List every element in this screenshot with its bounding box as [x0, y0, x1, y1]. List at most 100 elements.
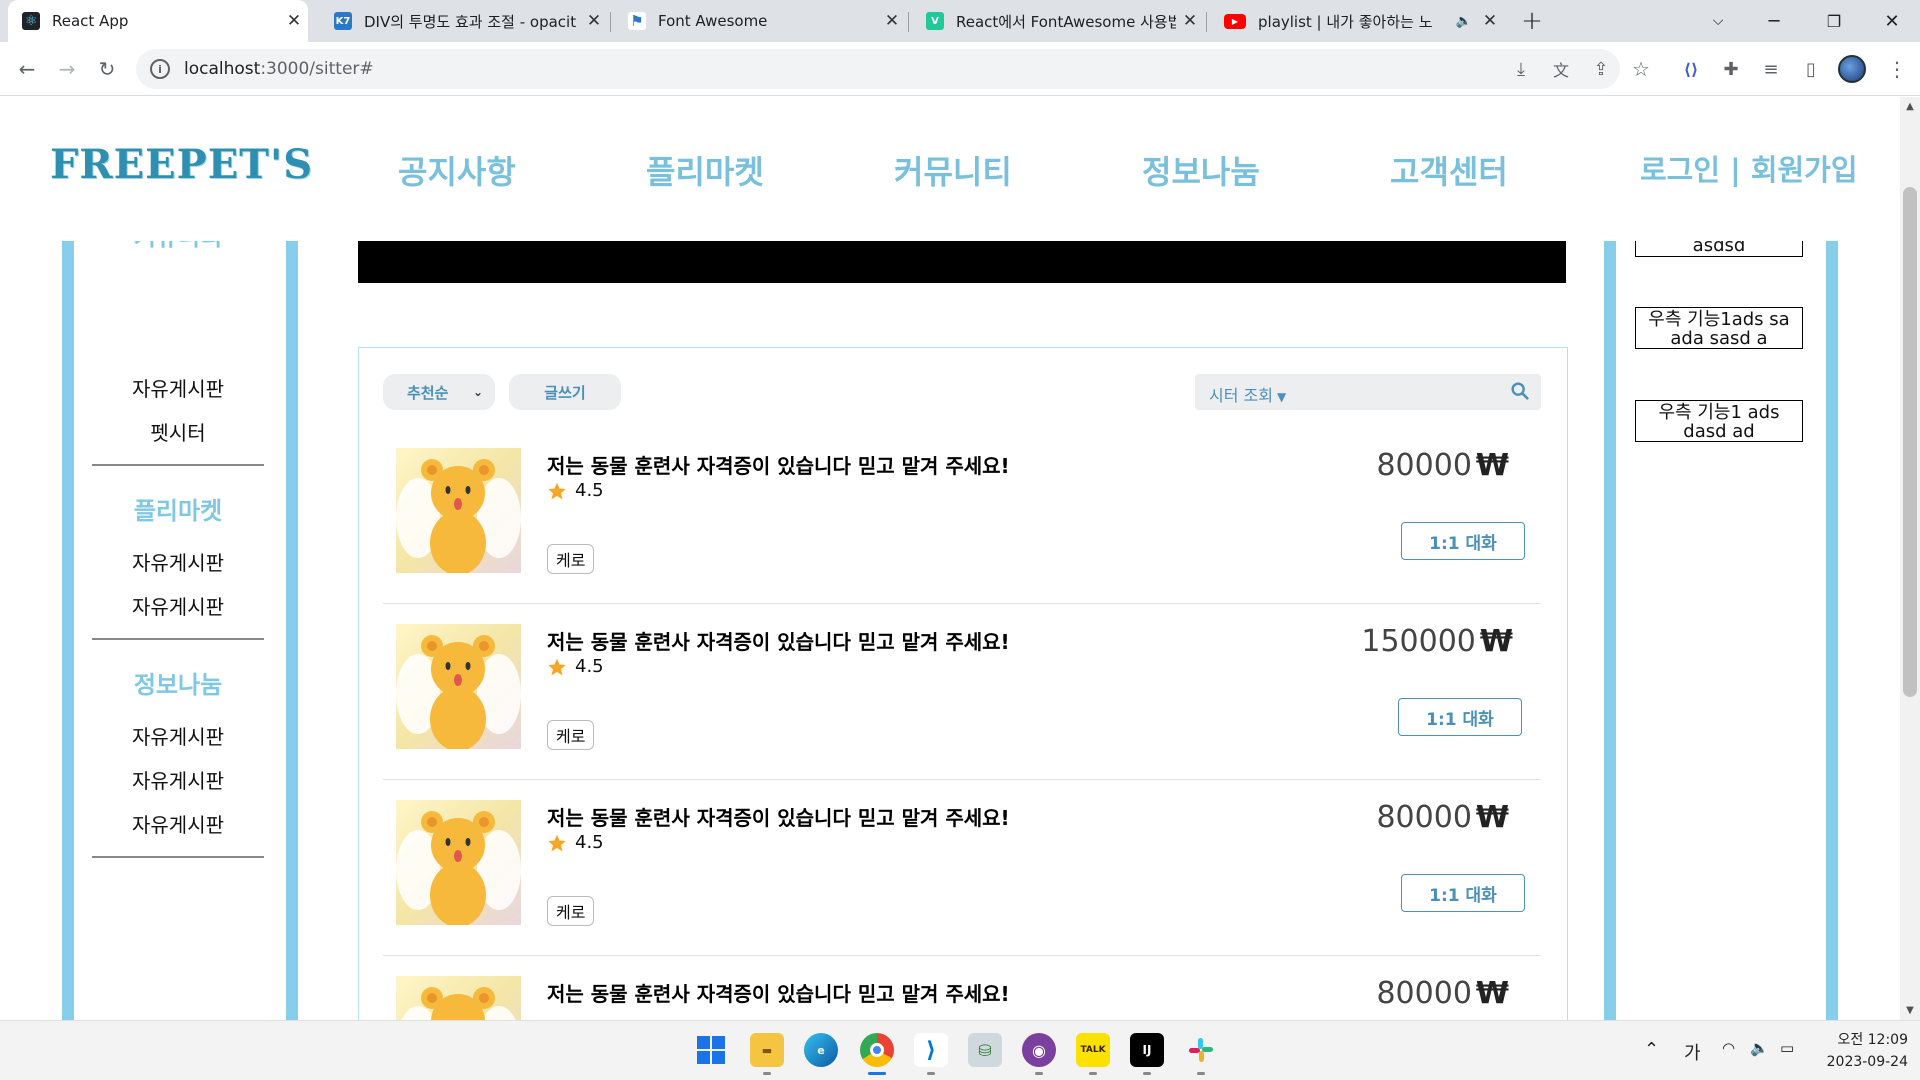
listing-row[interactable]: 저는 동물 훈련사 자격증이 있습니다 믿고 맡겨 주세요! 80000 ₩	[383, 956, 1541, 1020]
login-signup-link[interactable]: 로그인 | 회원가입	[1640, 147, 1858, 189]
site-logo[interactable]: FREEPET'S	[50, 141, 313, 188]
browser-tab-strip: ⚛ React App ✕ K7 DIV의 투명도 효과 조절 - opacit…	[0, 0, 1920, 42]
clock-time: 오전 12:09	[1837, 1032, 1908, 1048]
bookmark-star-icon[interactable]: ☆	[1624, 52, 1658, 86]
sidebar-group-title[interactable]: 플리마켓	[92, 491, 264, 526]
k7-favicon-icon: K7	[334, 12, 352, 30]
slack-icon[interactable]	[1184, 1033, 1218, 1067]
tab-separator	[610, 12, 611, 32]
extensions-puzzle-icon[interactable]: ✚	[1714, 52, 1748, 86]
extension-react-devtools-icon[interactable]: ⟨⟩	[1674, 52, 1708, 86]
kakaotalk-icon[interactable]: TALK	[1076, 1033, 1110, 1067]
close-tab-icon[interactable]: ✕	[878, 11, 906, 31]
sitter-search-bar[interactable]: 시터 조회 ▼	[1195, 374, 1541, 410]
intellij-icon[interactable]: IJ	[1130, 1033, 1164, 1067]
tab-youtube-playlist[interactable]: ▶ playlist | 내가 좋아하는 노 🔈 ✕	[1210, 0, 1504, 42]
sidebar-item-free-board[interactable]: 자유게시판	[92, 721, 264, 750]
minimize-button[interactable]: ─	[1746, 0, 1802, 42]
close-tab-icon[interactable]: ✕	[1476, 11, 1504, 31]
nav-notice[interactable]: 공지사항	[398, 147, 516, 193]
star-icon	[548, 482, 566, 499]
listing-title[interactable]: 저는 동물 훈련사 자격증이 있습니다 믿고 맡겨 주세요!	[547, 626, 1010, 655]
reload-icon[interactable]: ↻	[90, 52, 124, 86]
ime-indicator[interactable]: 가	[1684, 1039, 1701, 1065]
write-button[interactable]: 글쓰기	[509, 374, 621, 410]
sidebar-item-free-board[interactable]: 자유게시판	[92, 591, 264, 620]
install-app-icon[interactable]: ⤓	[1504, 52, 1538, 86]
listing-title[interactable]: 저는 동물 훈련사 자격증이 있습니다 믿고 맡겨 주세요!	[547, 802, 1010, 831]
chevron-down-icon: ⌄	[472, 385, 483, 399]
sort-dropdown[interactable]: 추천순 ⌄	[383, 374, 495, 410]
scroll-down-arrow-icon[interactable]: ▼	[1900, 1005, 1920, 1016]
listing-row[interactable]: 저는 동물 훈련사 자격증이 있습니다 믿고 맡겨 주세요! 4.5 케로 80…	[383, 780, 1541, 956]
wifi-icon[interactable]: ◠	[1722, 1039, 1735, 1057]
browser-menu-icon[interactable]: ⋮	[1880, 52, 1914, 86]
volume-icon[interactable]: 🔈	[1750, 1039, 1769, 1057]
media-queue-icon[interactable]: ≡	[1754, 52, 1788, 86]
search-icon[interactable]	[1509, 380, 1531, 402]
search-filter-dropdown[interactable]: 시터 조회 ▼	[1209, 382, 1286, 406]
scroll-up-arrow-icon[interactable]: ▲	[1900, 101, 1920, 112]
side-panel-icon[interactable]: ▯	[1794, 52, 1828, 86]
running-indicator	[763, 1072, 771, 1075]
restore-button[interactable]: ❐	[1806, 0, 1862, 42]
tab-react-fontawesome[interactable]: V React에서 FontAwesome 사용법 ✕	[912, 0, 1204, 42]
sidebar-item-free-board[interactable]: 자유게시판	[92, 809, 264, 838]
new-tab-button[interactable]: +	[1504, 0, 1560, 42]
listing-row[interactable]: 저는 동물 훈련사 자격증이 있습니다 믿고 맡겨 주세요! 4.5 케로 80…	[383, 428, 1541, 604]
site-info-icon[interactable]: i	[150, 59, 170, 79]
listing-row[interactable]: 저는 동물 훈련사 자격증이 있습니다 믿고 맡겨 주세요! 4.5 케로 15…	[383, 604, 1541, 780]
share-icon[interactable]: ⇪	[1584, 52, 1618, 86]
sitter-thumbnail	[396, 976, 521, 1020]
sidebar-group-title[interactable]: 정보나눔	[92, 665, 264, 700]
sidebar-item-free-board[interactable]: 자유게시판	[92, 765, 264, 794]
tab-opacity[interactable]: K7 DIV의 투명도 효과 조절 - opacit ✕	[320, 0, 608, 42]
nav-info-share[interactable]: 정보나눔	[1142, 147, 1260, 193]
chrome-browser-icon[interactable]	[860, 1033, 894, 1067]
tab-font-awesome[interactable]: ⚑ Font Awesome ✕	[614, 0, 906, 42]
listing-title[interactable]: 저는 동물 훈련사 자격증이 있습니다 믿고 맡겨 주세요!	[547, 978, 1010, 1007]
battery-icon[interactable]: ▭	[1780, 1039, 1794, 1057]
right-sidebar-border-right	[1826, 241, 1838, 1020]
nav-customer-center[interactable]: 고객센터	[1390, 147, 1508, 193]
tab-search-chevron-icon[interactable]: ⌵	[1690, 0, 1746, 42]
scrollbar-thumb[interactable]	[1903, 187, 1917, 697]
sidebar-item-pet-sitter[interactable]: 펫시터	[92, 417, 264, 446]
github-desktop-icon[interactable]: ◉	[1022, 1033, 1056, 1067]
edge-browser-icon[interactable]: e	[804, 1033, 838, 1067]
nav-community[interactable]: 커뮤니티	[894, 147, 1012, 193]
listing-title[interactable]: 저는 동물 훈련사 자격증이 있습니다 믿고 맡겨 주세요!	[547, 450, 1010, 479]
close-tab-icon[interactable]: ✕	[280, 11, 308, 31]
rating-value: 4.5	[575, 832, 604, 853]
close-window-button[interactable]: ✕	[1864, 0, 1920, 42]
forward-arrow-icon[interactable]: →	[50, 52, 84, 86]
close-tab-icon[interactable]: ✕	[580, 11, 608, 31]
chat-button[interactable]: 1:1 대화	[1401, 874, 1525, 912]
system-clock[interactable]: 오전 12:09 2023-09-24	[1808, 1029, 1908, 1073]
profile-avatar[interactable]	[1838, 55, 1866, 83]
installer-icon[interactable]: ⛁	[968, 1033, 1002, 1067]
running-indicator	[927, 1072, 935, 1075]
sidebar-item-free-board[interactable]: 자유게시판	[92, 373, 264, 402]
back-arrow-icon[interactable]: ←	[10, 52, 44, 86]
pet-tag: 케로	[547, 544, 595, 574]
listing-price: 80000 ₩	[1376, 448, 1509, 483]
file-explorer-icon[interactable]: ▬	[750, 1033, 784, 1067]
chat-button[interactable]: 1:1 대화	[1398, 698, 1522, 736]
sitter-thumbnail	[396, 448, 521, 573]
tab-react-app[interactable]: ⚛ React App ✕	[8, 0, 308, 42]
sidebar-item-free-board[interactable]: 자유게시판	[92, 547, 264, 576]
translate-icon[interactable]: 文	[1544, 52, 1578, 86]
chat-button[interactable]: 1:1 대화	[1401, 522, 1525, 560]
nav-flea-market[interactable]: 플리마켓	[646, 147, 764, 193]
left-sidebar-border-right	[286, 241, 298, 1020]
tab-separator	[908, 12, 909, 32]
close-tab-icon[interactable]: ✕	[1176, 11, 1204, 31]
windows-start-icon[interactable]	[694, 1033, 728, 1067]
page-scrollbar[interactable]: ▲ ▼	[1900, 97, 1920, 1020]
address-bar[interactable]: i localhost:3000/sitter#	[136, 49, 1620, 89]
tray-chevron-up-icon[interactable]: ⌃	[1644, 1039, 1659, 1060]
speaker-icon[interactable]: 🔈	[1456, 14, 1472, 29]
pet-tag: 케로	[547, 896, 595, 926]
vscode-icon[interactable]: ⟩	[914, 1033, 948, 1067]
